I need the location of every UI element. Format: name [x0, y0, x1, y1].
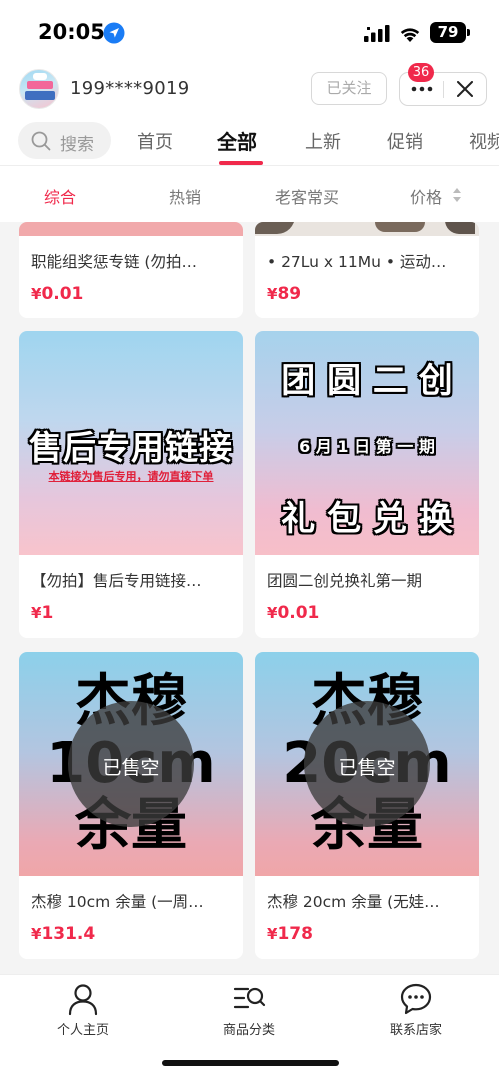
product-card[interactable]: 杰穆 20cm 余量 已售空 杰穆 20cm 余量 (无娃… ¥178 [255, 652, 479, 959]
nav-label: 联系店家 [389, 1023, 442, 1038]
status-bar: 20:05 79 [0, 0, 499, 62]
product-card[interactable]: 售后专用链接 本链接为售后专用，请勿直接下单 【勿拍】售后专用链接… ¥1 [19, 331, 243, 638]
price-symbol: ¥ [267, 925, 278, 943]
sort-hot[interactable]: 热销 [169, 184, 201, 208]
nav-categories[interactable]: 商品分类 [184, 975, 314, 1045]
wifi-icon [400, 28, 420, 42]
product-price: ¥1 [31, 603, 53, 623]
search-label: 搜索 [60, 135, 94, 155]
avatar-decoration [25, 91, 55, 100]
tab-promo[interactable]: 促销 [387, 128, 423, 154]
avatar-decoration [27, 81, 53, 89]
notification-badge: 36 [408, 63, 434, 82]
image-line-2: 6 月 1 日 第 一 期 [299, 437, 435, 456]
person-icon [68, 984, 98, 1016]
image-line-1: 团 圆 二 创 [281, 361, 453, 401]
product-card[interactable]: 团 圆 二 创 6 月 1 日 第 一 期 礼 包 兑 换 团圆二创兑换礼第一期… [255, 331, 479, 638]
product-price: ¥89 [267, 284, 301, 304]
product-image [255, 222, 479, 236]
nav-label: 商品分类 [222, 1023, 275, 1038]
product-card[interactable]: • 27Lu x 11Mu • 运动… ¥89 [255, 222, 479, 318]
search-icon [31, 131, 51, 151]
product-image: 杰穆 20cm 余量 已售空 [255, 652, 479, 876]
product-price: ¥0.01 [31, 284, 83, 304]
product-card[interactable]: 杰穆 10cm 余量 已售空 杰穆 10cm 余量 (一周… ¥131.4 [19, 652, 243, 959]
product-title: 职能组奖惩专链 (勿拍… [31, 253, 197, 271]
product-image: 售后专用链接 本链接为售后专用，请勿直接下单 [19, 331, 243, 555]
price-value: 1 [41, 603, 54, 623]
location-arrow-icon [103, 22, 125, 44]
battery-tip [467, 29, 470, 36]
follow-button[interactable]: 已关注 [311, 72, 387, 105]
product-price: ¥131.4 [31, 924, 95, 944]
sort-price[interactable]: 价格 [410, 184, 442, 208]
product-image [19, 222, 243, 236]
category-tabs: 搜索 首页 全部 上新 促销 视频 [0, 116, 499, 166]
image-subtext: 本链接为售后专用，请勿直接下单 [48, 470, 214, 483]
product-price: ¥178 [267, 924, 313, 944]
image-line-3: 礼 包 兑 换 [281, 499, 453, 539]
price-value: 0.01 [277, 603, 320, 623]
status-time: 20:05 [38, 20, 105, 44]
more-dots-icon [411, 86, 433, 92]
product-title: 杰穆 20cm 余量 (无娃… [267, 893, 440, 911]
product-title: 【勿拍】售后专用链接… [31, 572, 202, 590]
close-button[interactable] [444, 73, 487, 105]
category-search-icon [233, 987, 266, 1009]
shop-avatar[interactable] [19, 69, 59, 109]
tab-new[interactable]: 上新 [305, 128, 341, 154]
price-value: 0.01 [41, 284, 84, 304]
tab-home[interactable]: 首页 [137, 128, 173, 154]
close-icon [457, 81, 473, 97]
avatar-decoration [33, 73, 47, 80]
signal-icon [364, 25, 390, 42]
price-symbol: ¥ [267, 285, 278, 303]
product-card[interactable]: 职能组奖惩专链 (勿拍… ¥0.01 [19, 222, 243, 318]
shop-name[interactable]: 199****9019 [70, 78, 189, 99]
active-tab-indicator [219, 161, 263, 165]
price-symbol: ¥ [31, 285, 42, 303]
product-title: 杰穆 10cm 余量 (一周… [31, 893, 204, 911]
chat-icon [400, 983, 432, 1015]
battery-indicator: 79 [430, 22, 466, 43]
product-image: 团 圆 二 创 6 月 1 日 第 一 期 礼 包 兑 换 [255, 331, 479, 555]
sold-out-label: 已售空 [102, 757, 160, 779]
price-symbol: ¥ [31, 925, 42, 943]
product-title: • 27Lu x 11Mu • 运动… [267, 253, 447, 271]
nav-profile[interactable]: 个人主页 [18, 975, 148, 1045]
tab-video[interactable]: 视频 [469, 128, 499, 154]
sort-arrows-icon [453, 188, 461, 202]
tab-all[interactable]: 全部 [217, 126, 257, 155]
price-symbol: ¥ [267, 604, 278, 622]
product-image: 杰穆 10cm 余量 已售空 [19, 652, 243, 876]
product-title: 团圆二创兑换礼第一期 [267, 572, 423, 590]
sold-out-label: 已售空 [338, 757, 396, 779]
home-indicator[interactable] [162, 1060, 339, 1066]
search-button[interactable]: 搜索 [18, 122, 111, 159]
sort-bar: 综合 热销 老客常买 价格 [0, 166, 499, 222]
product-price: ¥0.01 [267, 603, 319, 623]
price-symbol: ¥ [31, 604, 42, 622]
price-value: 131.4 [41, 924, 96, 944]
price-value: 89 [277, 284, 302, 304]
sort-comprehensive[interactable]: 综合 [44, 184, 76, 208]
nav-contact[interactable]: 联系店家 [351, 975, 481, 1045]
price-value: 178 [277, 924, 313, 944]
sort-repeat-buy[interactable]: 老客常买 [275, 184, 339, 208]
nav-label: 个人主页 [56, 1023, 109, 1038]
image-headline: 售后专用链接 [29, 428, 233, 467]
